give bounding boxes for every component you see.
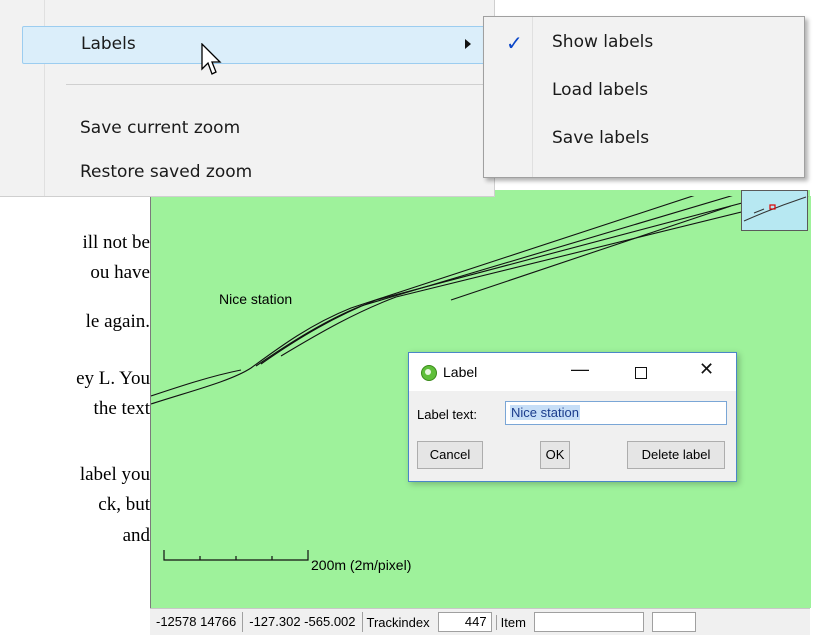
doc-line: the text [93, 398, 150, 419]
submenu-item-load-labels[interactable]: Load labels [484, 71, 804, 115]
doc-line: ou have [90, 262, 150, 283]
menu-item-label: Restore saved zoom [80, 162, 253, 182]
submenu-item-label: Show labels [552, 32, 654, 52]
map-label-station[interactable]: Nice station [219, 291, 292, 307]
menu-item-label: Labels [81, 34, 136, 54]
submenu-item-show-labels[interactable]: ✓ Show labels [484, 23, 804, 67]
status-item-value [533, 612, 644, 632]
mouse-cursor-icon [201, 43, 222, 75]
overview-thumbnail[interactable] [741, 190, 808, 231]
status-coords-local: -127.302 -565.002 [243, 612, 363, 632]
maximize-icon[interactable] [635, 367, 647, 379]
status-extra-box [651, 612, 696, 632]
status-bar: -12578 14766 -127.302 -565.002 Trackinde… [150, 608, 810, 635]
submenu-arrow-icon [465, 39, 471, 49]
app-icon [421, 365, 437, 381]
submenu-item-save-labels[interactable]: Save labels [484, 119, 804, 163]
minimize-icon[interactable]: — [571, 359, 589, 380]
label-text-input[interactable]: Nice station [505, 401, 727, 425]
menu-item-label: Save current zoom [80, 118, 241, 138]
delete-label-button[interactable]: Delete label [627, 441, 725, 469]
checkmark-icon: ✓ [506, 31, 523, 55]
status-trackindex-label: Trackindex [366, 614, 430, 630]
status-item-label: Item [495, 614, 530, 630]
menu-item-save-zoom[interactable]: Save current zoom [22, 111, 484, 147]
menu-item-labels[interactable]: Labels [22, 26, 486, 64]
doc-line: ey L. You [76, 368, 150, 389]
label-text-value: Nice station [510, 405, 580, 420]
menu-separator [66, 84, 490, 85]
label-dialog: Label — ✕ Label text: Nice station Cance… [408, 352, 737, 482]
ok-button[interactable]: OK [540, 441, 570, 469]
dialog-title: Label [443, 364, 478, 380]
cancel-button[interactable]: Cancel [417, 441, 483, 469]
doc-line: ill not be [82, 232, 150, 253]
scale-bar [163, 550, 309, 561]
context-menu: Labels Save current zoom Restore saved z… [0, 0, 495, 197]
doc-line: ck, but [98, 494, 150, 515]
doc-line: and [122, 525, 150, 546]
close-icon[interactable]: ✕ [699, 359, 714, 380]
menu-item-restore-zoom[interactable]: Restore saved zoom [22, 155, 484, 191]
submenu-item-label: Load labels [552, 80, 649, 100]
scale-label: 200m (2m/pixel) [311, 557, 412, 573]
doc-line: le again. [85, 311, 150, 332]
dialog-titlebar[interactable]: Label — ✕ [409, 353, 736, 391]
labels-submenu: ✓ Show labels Load labels Save labels [483, 16, 805, 178]
label-text-caption: Label text: [417, 407, 477, 422]
overview-track-icon [743, 196, 807, 222]
status-trackindex-value: 447 [437, 612, 492, 632]
status-coords-xy: -12578 14766 [150, 612, 244, 632]
submenu-item-label: Save labels [552, 128, 650, 148]
doc-line: label you [79, 464, 150, 485]
